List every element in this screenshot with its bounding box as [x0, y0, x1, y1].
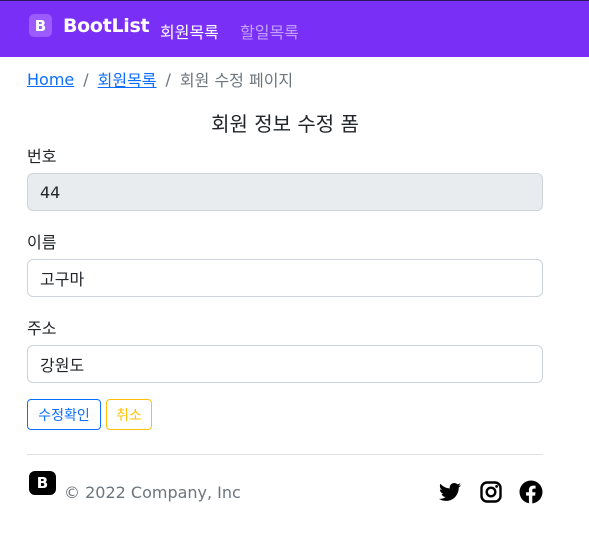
instagram-icon[interactable] [479, 480, 503, 504]
breadcrumb: Home / 회원목록 / 회원 수정 페이지 [27, 67, 293, 91]
navbar: B BootList 회원목록 할일목록 [0, 0, 589, 57]
breadcrumb-current: 회원 수정 페이지 [179, 71, 294, 90]
address-field[interactable]: 강원도 [27, 345, 543, 383]
name-field[interactable]: 고구마 [27, 259, 543, 297]
submit-edit-button[interactable]: 수정확인 [27, 399, 101, 430]
breadcrumb-home-link[interactable]: Home [27, 70, 74, 89]
brand-link[interactable]: B BootList [29, 14, 150, 37]
breadcrumb-separator: / [165, 69, 171, 89]
footer-copyright: © 2022 Company, Inc [64, 483, 241, 502]
brand-name: BootList [63, 14, 150, 37]
twitter-icon[interactable] [438, 480, 462, 504]
nav-link-todos[interactable]: 할일목록 [240, 19, 299, 43]
footer-divider [27, 454, 543, 455]
form-title: 회원 정보 수정 폼 [211, 112, 359, 136]
bootstrap-logo-icon: B [29, 14, 52, 37]
nav-link-members[interactable]: 회원목록 [160, 19, 219, 43]
number-field: 44 [27, 173, 543, 211]
breadcrumb-separator: / [83, 69, 89, 89]
field-label-name: 이름 [27, 233, 57, 252]
field-label-address: 주소 [27, 319, 57, 338]
cancel-button[interactable]: 취소 [106, 399, 152, 430]
field-label-number: 번호 [27, 147, 57, 166]
breadcrumb-members-link[interactable]: 회원목록 [98, 67, 157, 91]
facebook-icon[interactable] [519, 480, 543, 504]
footer-bootstrap-logo-icon[interactable]: B [29, 471, 56, 495]
